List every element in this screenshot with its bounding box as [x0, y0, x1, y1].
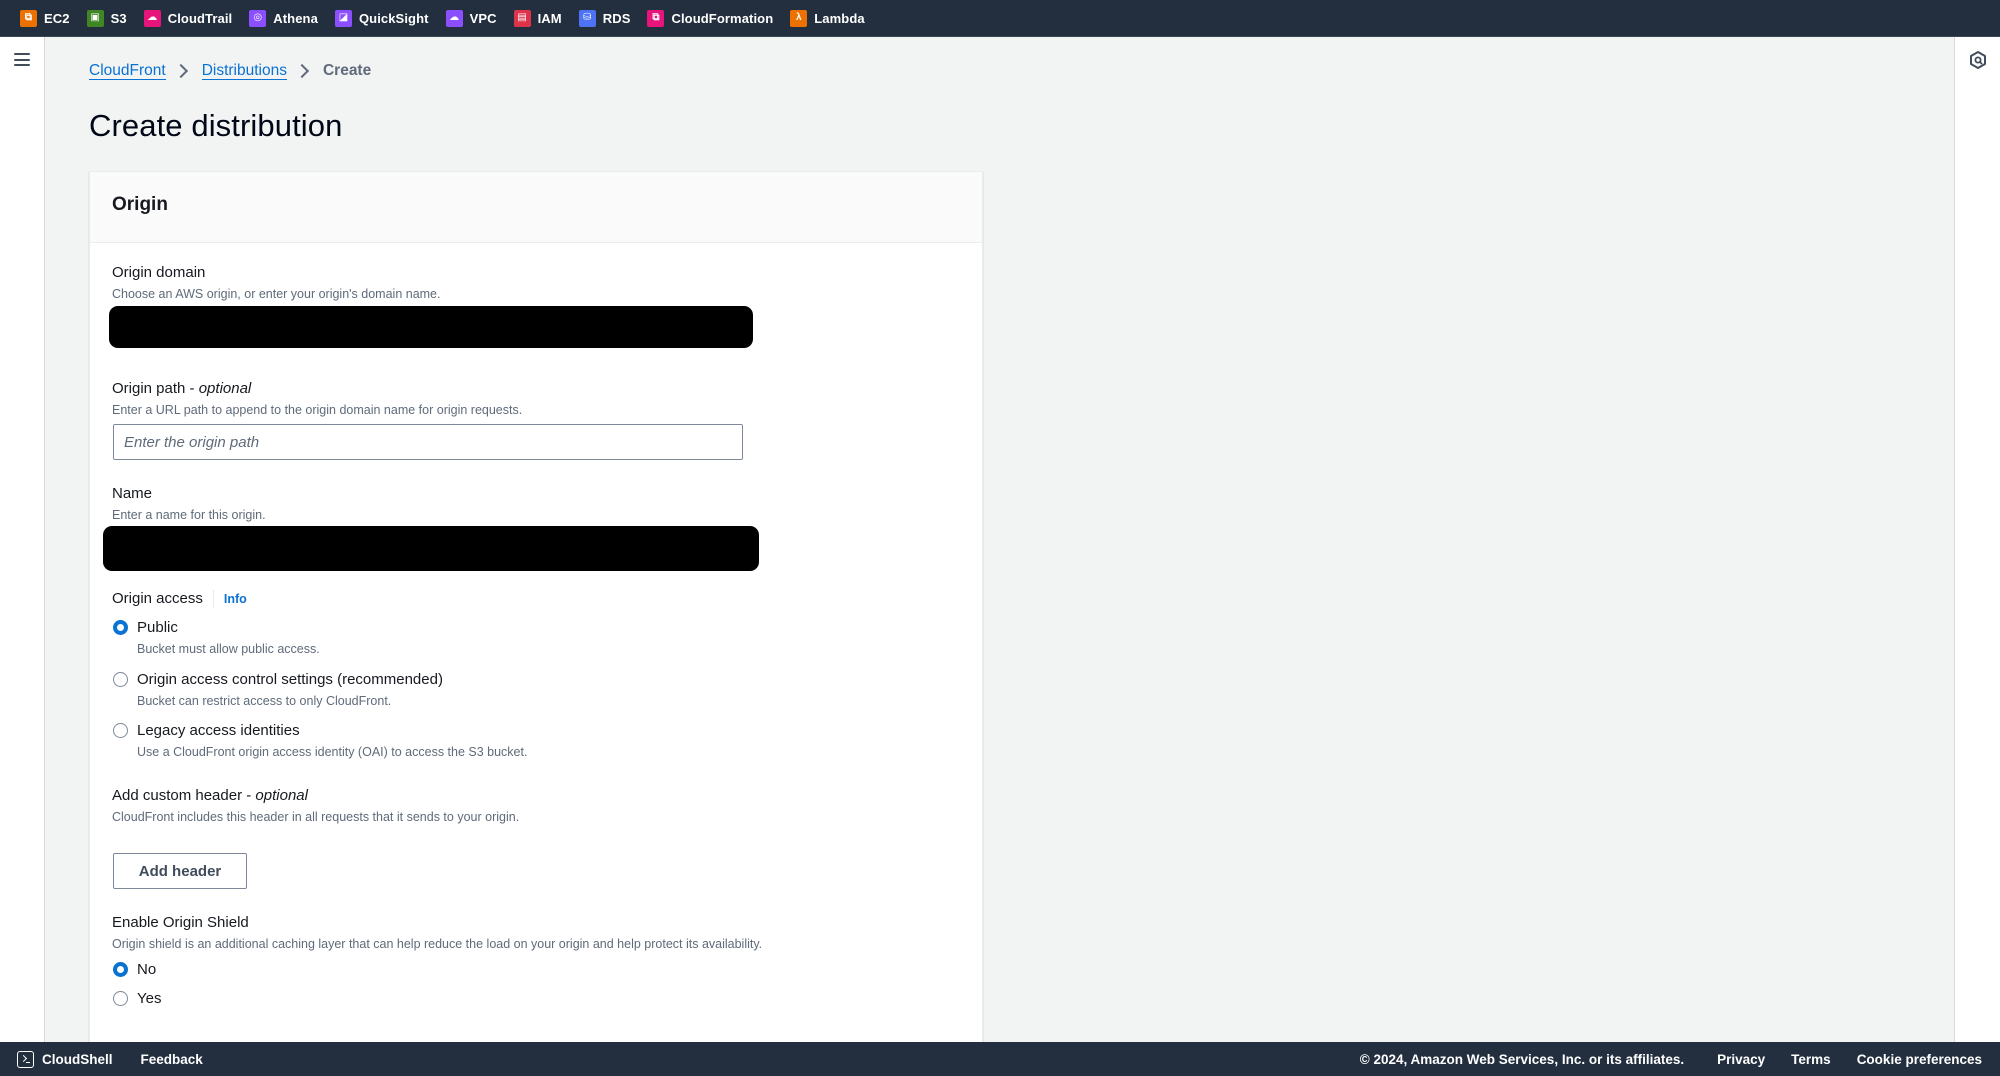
name-field: Name Enter a name for this origin. [112, 485, 266, 523]
name-description: Enter a name for this origin. [112, 508, 266, 522]
radio-label: Legacy access identities [137, 722, 300, 739]
page-title: Create distribution [89, 108, 343, 143]
service-label: VPC [469, 10, 497, 26]
origin-access-label: Origin access [112, 590, 203, 607]
console-footer: CloudShell Feedback © 2024, Amazon Web S… [0, 1042, 2000, 1076]
origin-access-option-public[interactable]: Public Bucket must allow public access. [113, 619, 320, 657]
radio-label: No [137, 961, 157, 978]
service-label: Lambda [814, 10, 865, 26]
radio-label: Yes [137, 990, 162, 1007]
custom-header-label-text: Add custom header - [112, 787, 256, 804]
feedback-link[interactable]: Feedback [141, 1052, 203, 1067]
service-label: QuickSight [358, 10, 429, 26]
cloudshell-label: CloudShell [42, 1051, 113, 1067]
rds-icon: ⛁ [578, 9, 596, 27]
chevron-right-icon [173, 63, 188, 79]
breadcrumb-current: Create [322, 62, 372, 79]
service-label: CloudTrail [167, 10, 233, 26]
help-panel-icon[interactable] [1968, 50, 1988, 70]
optional-tag: optional [255, 787, 308, 804]
origin-shield-option-yes[interactable]: Yes [113, 990, 161, 1008]
radio-selected[interactable] [113, 962, 128, 977]
service-shortcut-rds[interactable]: ⛁ RDS [578, 9, 631, 27]
service-label: RDS [602, 10, 631, 26]
radio-selected[interactable] [113, 620, 128, 635]
side-navigation-rail [0, 37, 45, 1042]
cloudshell-button[interactable]: CloudShell [17, 1050, 113, 1068]
origin-path-label: Origin path - optional [112, 380, 522, 398]
optional-tag: optional [198, 380, 252, 397]
custom-header-description: CloudFront includes this header in all r… [112, 810, 520, 824]
radio-description: Bucket must allow public access. [137, 642, 320, 656]
origin-path-input[interactable] [113, 424, 743, 460]
origin-domain-label: Origin domain [112, 264, 206, 281]
origin-domain-description: Choose an AWS origin, or enter your orig… [112, 287, 441, 301]
origin-path-description: Enter a URL path to append to the origin… [112, 403, 523, 417]
origin-domain-input-redacted[interactable] [109, 306, 753, 348]
cloudtrail-icon: ☁ [143, 9, 161, 27]
breadcrumb-cloudfront[interactable]: CloudFront [89, 62, 166, 80]
radio-unselected[interactable] [113, 672, 128, 687]
radio-label: Public [137, 619, 178, 636]
service-shortcut-lambda[interactable]: λ Lambda [790, 9, 865, 27]
menu-icon[interactable] [14, 53, 30, 67]
cloudshell-icon [17, 1050, 34, 1068]
service-shortcut-cloudtrail[interactable]: ☁ CloudTrail [143, 9, 233, 27]
name-label: Name [112, 485, 153, 502]
service-shortcut-ec2[interactable]: ⧉ EC2 [20, 9, 70, 27]
origin-access-header: Origin access Info [112, 590, 247, 608]
breadcrumb: CloudFront Distributions Create [89, 62, 371, 80]
radio-unselected[interactable] [113, 991, 128, 1006]
service-label: EC2 [44, 10, 70, 26]
origin-shield-field: Enable Origin Shield Origin shield is an… [112, 914, 762, 952]
origin-path-label-text: Origin path - [112, 380, 199, 397]
origin-shield-description: Origin shield is an additional caching l… [112, 937, 763, 951]
s3-icon: ▣ [86, 9, 104, 27]
cookie-preferences-link[interactable]: Cookie preferences [1857, 1052, 1982, 1067]
radio-label: Origin access control settings (recommen… [137, 671, 443, 688]
service-label: IAM [537, 10, 562, 26]
vpc-icon: ☁ [445, 9, 463, 27]
service-label: Athena [273, 10, 318, 26]
origin-section-title: Origin [112, 194, 168, 215]
origin-access-option-legacy[interactable]: Legacy access identities Use a CloudFron… [113, 722, 527, 760]
service-label: CloudFormation [671, 10, 774, 26]
lambda-icon: λ [790, 9, 808, 27]
name-input-redacted[interactable] [103, 526, 759, 571]
copyright-text: © 2024, Amazon Web Services, Inc. or its… [1359, 1051, 1685, 1067]
terms-link[interactable]: Terms [1791, 1052, 1831, 1067]
chevron-right-icon [294, 63, 310, 79]
tools-panel-rail [1954, 37, 2000, 1042]
service-label: S3 [110, 10, 127, 26]
custom-header-label: Add custom header - optional [112, 787, 519, 805]
origin-container: Origin Origin domain Choose an AWS origi… [89, 171, 983, 1071]
service-shortcut-s3[interactable]: ▣ S3 [86, 9, 127, 27]
service-shortcut-quicksight[interactable]: ◪ QuickSight [334, 9, 429, 27]
iam-icon: ▤ [513, 9, 531, 27]
services-favorites-bar: ⧉ EC2 ▣ S3 ☁ CloudTrail ◎ Athena ◪ Quick… [0, 0, 2000, 37]
service-shortcut-athena[interactable]: ◎ Athena [249, 9, 318, 27]
origin-access-info-link[interactable]: Info [224, 592, 247, 606]
origin-domain-field: Origin domain Choose an AWS origin, or e… [112, 264, 440, 302]
privacy-link[interactable]: Privacy [1717, 1052, 1765, 1067]
athena-icon: ◎ [249, 9, 267, 27]
custom-header-field: Add custom header - optional CloudFront … [112, 787, 519, 825]
origin-path-field: Origin path - optional Enter a URL path … [112, 380, 522, 418]
quicksight-icon: ◪ [334, 9, 352, 27]
origin-shield-option-no[interactable]: No [113, 961, 156, 979]
service-shortcut-iam[interactable]: ▤ IAM [513, 9, 562, 27]
ec2-icon: ⧉ [20, 9, 37, 27]
service-shortcut-vpc[interactable]: ☁ VPC [445, 9, 497, 27]
cloudformation-icon: ⧉ [647, 9, 665, 27]
divider [212, 590, 214, 608]
add-header-button[interactable]: Add header [113, 853, 247, 889]
origin-access-option-oac[interactable]: Origin access control settings (recommen… [113, 671, 443, 709]
origin-container-header: Origin [90, 172, 982, 243]
radio-description: Bucket can restrict access to only Cloud… [137, 694, 392, 708]
service-shortcut-cloudformation[interactable]: ⧉ CloudFormation [647, 9, 774, 27]
radio-unselected[interactable] [113, 723, 128, 738]
breadcrumb-distributions[interactable]: Distributions [201, 62, 287, 80]
origin-shield-label: Enable Origin Shield [112, 914, 249, 931]
radio-description: Use a CloudFront origin access identity … [137, 745, 528, 759]
